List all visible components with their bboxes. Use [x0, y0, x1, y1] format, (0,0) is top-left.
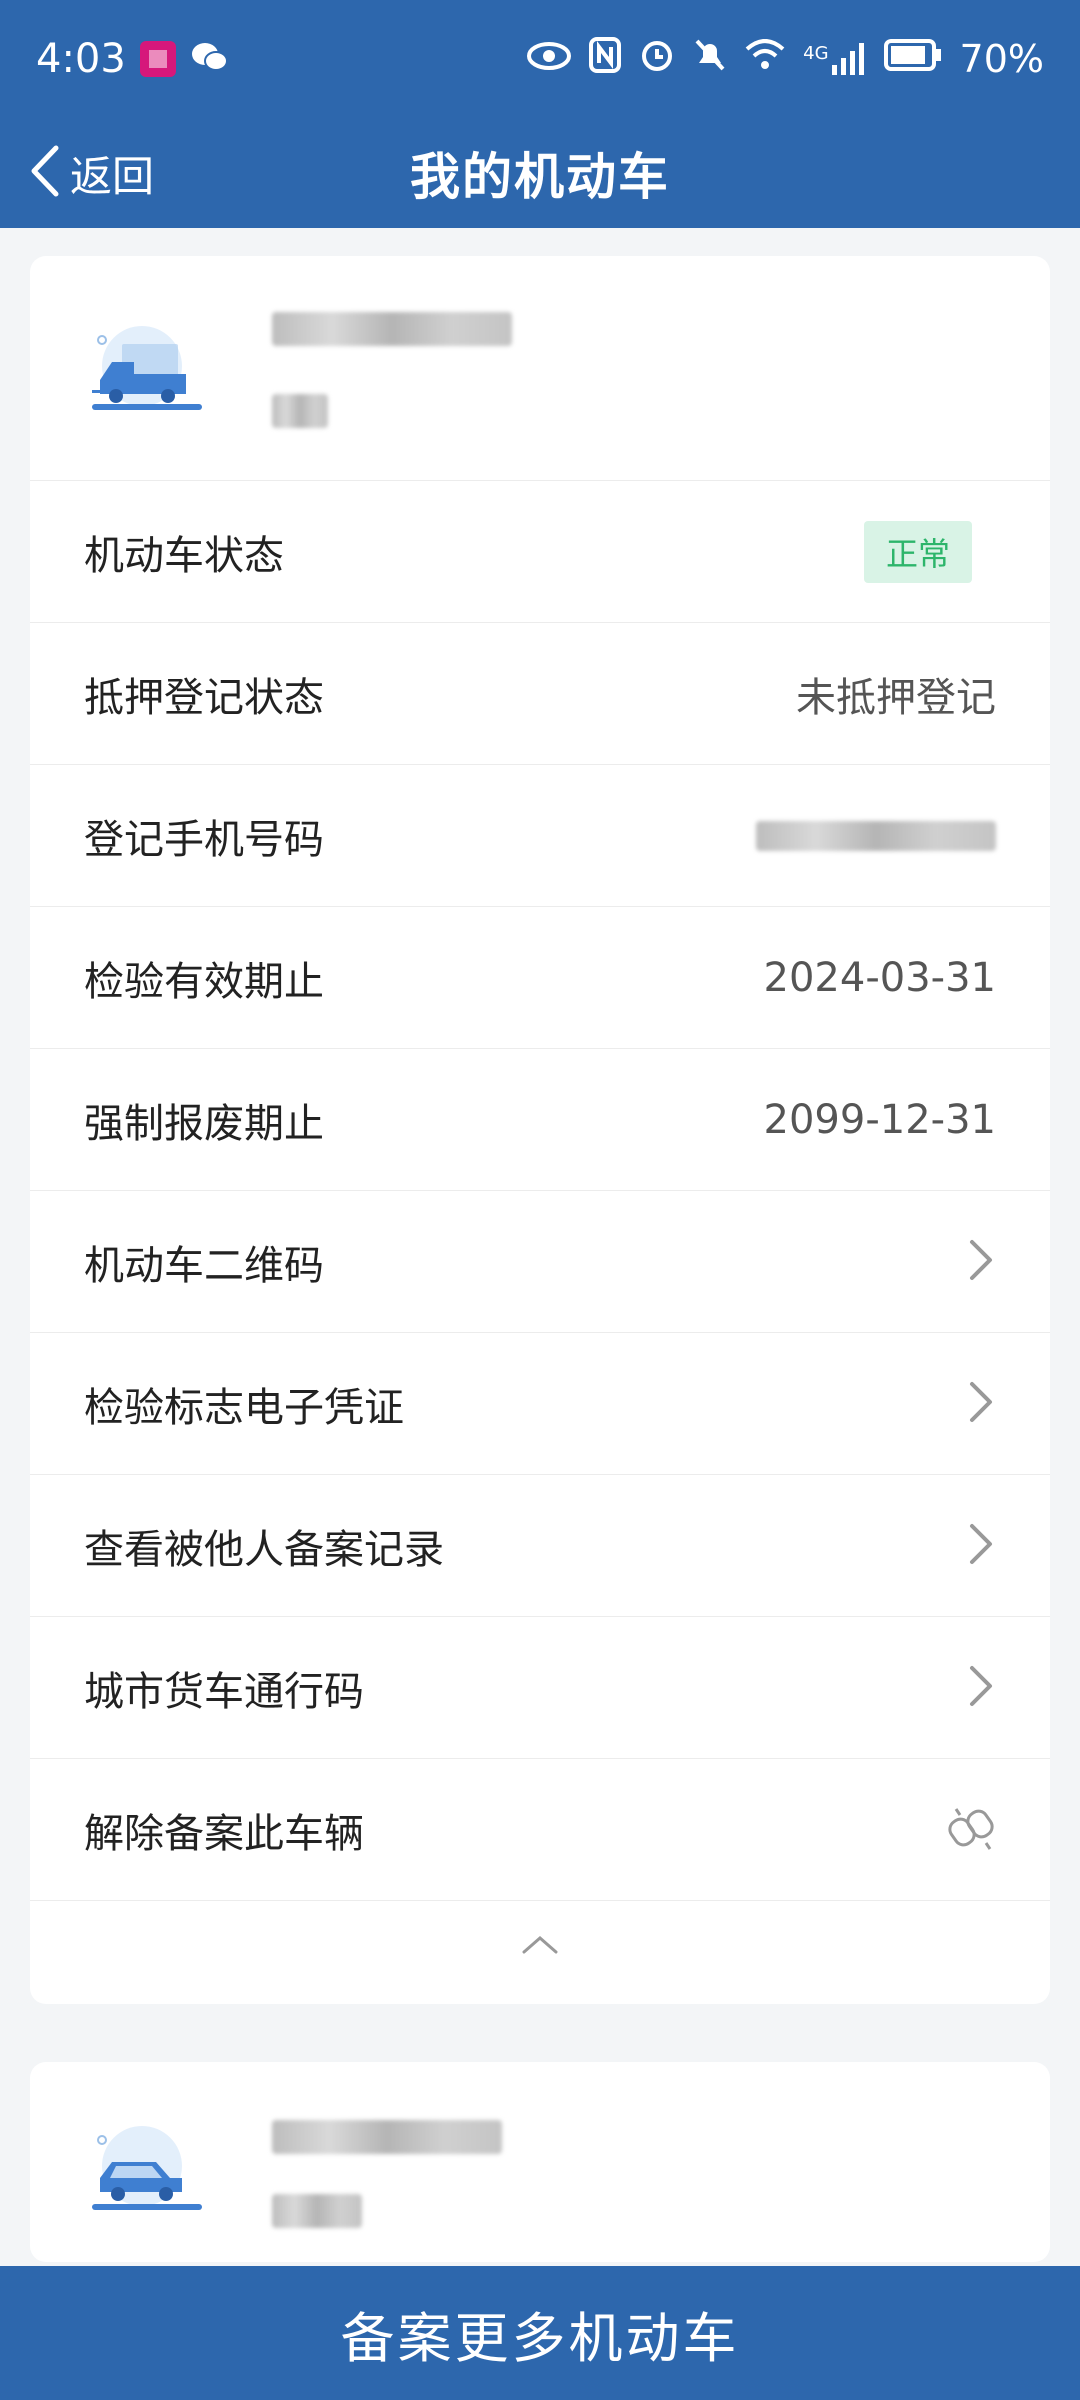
- row-scrap-expiry: 强制报废期止 2099-12-31: [30, 1049, 1050, 1191]
- plate-number-redacted: [272, 2120, 502, 2154]
- network-type: 4G: [803, 43, 829, 64]
- nav-bar: 返回 我的机动车: [0, 118, 1080, 228]
- row-label: 机动车二维码: [84, 1242, 324, 1289]
- chevron-right-icon: [966, 1662, 996, 1714]
- phone-number-redacted: [756, 820, 996, 851]
- row-phone: 登记手机号码: [30, 765, 1050, 907]
- row-label: 强制报废期止: [84, 1100, 324, 1147]
- wifi-icon: [745, 38, 785, 80]
- truck-icon: [82, 322, 212, 426]
- row-value: 2024-03-31: [763, 954, 996, 1001]
- row-inspection-expiry: 检验有效期止 2024-03-31: [30, 907, 1050, 1049]
- back-button[interactable]: 返回: [30, 136, 154, 210]
- row-filing-records[interactable]: 查看被他人备案记录: [30, 1475, 1050, 1617]
- vehicle-card-2[interactable]: [30, 2062, 1050, 2262]
- car-icon: [82, 2122, 212, 2226]
- signal-icon: 4G: [803, 43, 865, 75]
- battery-icon: [883, 38, 942, 80]
- row-label: 机动车状态: [84, 532, 284, 579]
- row-inspection-certificate[interactable]: 检验标志电子凭证: [30, 1333, 1050, 1475]
- wechat-icon: [190, 39, 230, 79]
- row-value: 未抵押登记: [796, 674, 996, 721]
- eye-icon: [527, 39, 572, 80]
- page-title: 我的机动车: [410, 148, 670, 206]
- row-label: 抵押登记状态: [84, 674, 324, 721]
- row-label: 城市货车通行码: [84, 1668, 364, 1715]
- battery-percent: 70%: [959, 37, 1044, 81]
- chevron-right-icon: [966, 1236, 996, 1288]
- vehicle-card: 机动车状态 正常 抵押登记状态 未抵押登记 登记手机号码 检验有效期止 2024…: [30, 256, 1050, 2004]
- row-truck-pass[interactable]: 城市货车通行码: [30, 1617, 1050, 1759]
- chevron-right-icon: [966, 1520, 996, 1572]
- app-notification-icon: [139, 41, 176, 77]
- row-value: 2099-12-31: [763, 1096, 996, 1143]
- row-label: 检验有效期止: [84, 958, 324, 1005]
- status-bar: 4:03 4G 70%: [0, 0, 1080, 118]
- chevron-right-icon: [966, 1378, 996, 1430]
- status-badge: 正常: [863, 520, 972, 583]
- nfc-icon: [589, 36, 622, 82]
- unlink-icon: [946, 1803, 996, 1857]
- row-unbind-vehicle[interactable]: 解除备案此车辆: [30, 1759, 1050, 1901]
- row-label: 查看被他人备案记录: [84, 1526, 444, 1573]
- collapse-button[interactable]: [30, 1901, 1050, 1991]
- mute-icon: [693, 37, 727, 82]
- add-vehicle-button[interactable]: 备案更多机动车: [0, 2266, 1080, 2400]
- app-header: 4:03 4G 70% 返回 我的机动车: [0, 0, 1080, 228]
- row-mortgage-status: 抵押登记状态 未抵押登记: [30, 623, 1050, 765]
- row-vehicle-qrcode[interactable]: 机动车二维码: [30, 1191, 1050, 1333]
- status-time: 4:03: [36, 36, 126, 82]
- vehicle-header[interactable]: [30, 256, 1050, 481]
- row-vehicle-status: 机动车状态 正常: [30, 481, 1050, 623]
- alarm-icon: [639, 37, 675, 82]
- chevron-up-icon: [520, 1932, 560, 1960]
- vehicle-type-redacted: [272, 2194, 362, 2228]
- plate-number-redacted: [272, 312, 512, 346]
- back-label: 返回: [70, 151, 155, 201]
- row-label: 检验标志电子凭证: [84, 1384, 404, 1431]
- chevron-left-icon: [30, 144, 60, 202]
- row-label: 登记手机号码: [84, 816, 324, 863]
- vehicle-type-redacted: [272, 394, 328, 428]
- row-label: 解除备案此车辆: [84, 1810, 364, 1857]
